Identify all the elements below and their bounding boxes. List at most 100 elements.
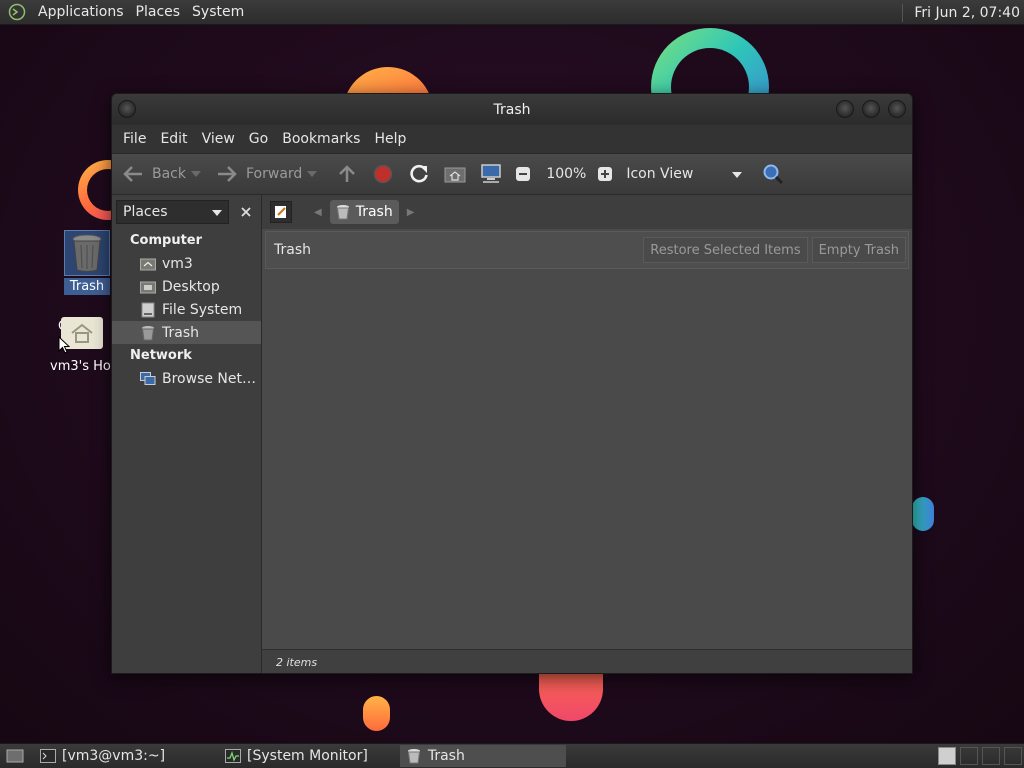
show-desktop-icon [6, 749, 24, 763]
sidebar-section-network: Network [130, 348, 192, 363]
menu-edit[interactable]: Edit [153, 131, 194, 147]
minimize-button[interactable] [836, 100, 854, 118]
zoom-out-button[interactable] [510, 159, 536, 189]
breadcrumb-trash[interactable]: Trash [329, 200, 399, 224]
close-icon [241, 207, 251, 217]
terminal-icon [40, 748, 56, 764]
show-desktop-button[interactable] [4, 745, 26, 767]
sidebar-item-trash[interactable]: Trash [112, 321, 261, 344]
back-history-dropdown-icon[interactable] [186, 171, 206, 177]
main-pane: ◀ Trash ▶ Trash Restore Selected Items E… [262, 195, 912, 673]
drive-icon [140, 302, 156, 318]
zoom-in-button[interactable] [592, 159, 618, 189]
workspace-3-button[interactable] [982, 747, 1000, 765]
menu-view[interactable]: View [195, 131, 242, 147]
desktop-icon-trash[interactable]: Trash [64, 230, 110, 320]
clock[interactable]: Fri Jun 2, 07:40 [914, 5, 1024, 21]
up-arrow-icon [334, 161, 360, 187]
menu-applications[interactable]: Applications [32, 4, 130, 20]
stop-button[interactable] [370, 159, 396, 189]
back-button[interactable]: Back [120, 159, 206, 189]
trash-icon [336, 204, 350, 220]
window-menu-button[interactable] [118, 100, 136, 118]
panel-separator [902, 3, 904, 22]
system-monitor-icon [225, 748, 242, 764]
menu-go[interactable]: Go [242, 131, 275, 147]
search-button[interactable] [760, 159, 786, 189]
forward-button[interactable]: Forward [214, 159, 322, 189]
forward-history-dropdown-icon[interactable] [302, 171, 322, 177]
sidebar-item-vm3[interactable]: vm3 [112, 252, 261, 275]
task-label: Trash [427, 748, 465, 764]
home-folder-icon [140, 256, 156, 272]
task-system-monitor[interactable]: [System Monitor] [219, 745, 374, 767]
menu-system[interactable]: System [186, 4, 250, 20]
status-bar: 2 items [262, 649, 912, 673]
forward-label: Forward [246, 166, 303, 182]
trash-infobar: Trash Restore Selected Items Empty Trash [265, 231, 909, 269]
trash-icon [140, 325, 156, 341]
mouse-cursor-icon [58, 335, 71, 358]
view-mode-select[interactable]: Icon View [626, 166, 746, 182]
menu-places[interactable]: Places [130, 4, 187, 20]
path-left-arrow-icon[interactable]: ◀ [314, 207, 322, 218]
toggle-location-entry-button[interactable] [270, 201, 292, 223]
close-button[interactable] [888, 100, 906, 118]
pathbar: ◀ Trash ▶ [262, 195, 912, 229]
task-label: [System Monitor] [247, 748, 368, 764]
forward-arrow-icon [214, 161, 240, 187]
workspace-4-button[interactable] [1004, 747, 1022, 765]
sidebar-mode-label: Places [123, 204, 168, 220]
zoom-level[interactable]: 100% [546, 166, 586, 182]
bottom-panel: [vm3@vm3:~] [System Monitor] Trash [0, 743, 1024, 768]
reload-icon [406, 161, 432, 187]
home-button[interactable] [442, 159, 468, 189]
computer-button[interactable] [478, 159, 504, 189]
sidebar-item-label: Browse Net… [162, 370, 257, 387]
trash-icon [64, 230, 110, 276]
file-manager-window: Trash File Edit View Go Bookmarks Help B… [111, 93, 913, 674]
sidebar-item-label: File System [162, 301, 243, 318]
status-text: 2 items [276, 656, 318, 669]
menu-help[interactable]: Help [367, 131, 413, 147]
desktop-folder-icon [140, 279, 156, 295]
reload-button[interactable] [406, 159, 432, 189]
sidebar-item-label: vm3 [162, 255, 193, 272]
task-terminal[interactable]: [vm3@vm3:~] [34, 745, 171, 767]
sidebar-item-label: Trash [162, 324, 199, 341]
top-panel: Applications Places System Fri Jun 2, 07… [0, 0, 1024, 25]
chevron-down-icon [212, 204, 223, 220]
menu-bookmarks[interactable]: Bookmarks [275, 131, 367, 147]
empty-trash-button[interactable]: Empty Trash [811, 237, 906, 263]
search-icon [760, 161, 786, 187]
window-title: Trash [493, 101, 531, 118]
up-button[interactable] [334, 159, 360, 189]
home-folder-icon [442, 161, 468, 187]
sidebar: Places Computer vm3 Desktop File System … [112, 195, 262, 673]
computer-icon [478, 161, 504, 187]
sidebar-item-desktop[interactable]: Desktop [112, 275, 261, 298]
infobar-title: Trash [274, 242, 311, 258]
restore-selected-button[interactable]: Restore Selected Items [643, 237, 808, 263]
zoom-out-icon [510, 161, 536, 187]
file-view-area[interactable] [262, 269, 912, 673]
sidebar-section-computer: Computer [130, 233, 203, 248]
desktop-icon-label: vm3's Hor [50, 359, 117, 374]
menubar: File Edit View Go Bookmarks Help [112, 125, 912, 153]
path-right-arrow-icon[interactable]: ▶ [407, 207, 415, 218]
toolbar: Back Forward 100% Icon View [112, 153, 912, 195]
maximize-button[interactable] [862, 100, 880, 118]
workspace-2-button[interactable] [960, 747, 978, 765]
task-label: [vm3@vm3:~] [62, 748, 166, 764]
workspace-1-button[interactable] [938, 747, 956, 765]
close-sidebar-button[interactable] [235, 201, 257, 223]
distro-logo-icon[interactable] [6, 1, 28, 23]
window-titlebar[interactable]: Trash [112, 94, 912, 125]
menu-file[interactable]: File [116, 131, 153, 147]
sidebar-item-browse-network[interactable]: Browse Net… [112, 367, 261, 390]
task-trash[interactable]: Trash [399, 745, 566, 767]
desktop-icon-label: Trash [64, 278, 110, 295]
sidebar-item-file-system[interactable]: File System [112, 298, 261, 321]
sidebar-mode-select[interactable]: Places [116, 200, 230, 224]
decor-orange-blob-small [363, 696, 390, 731]
